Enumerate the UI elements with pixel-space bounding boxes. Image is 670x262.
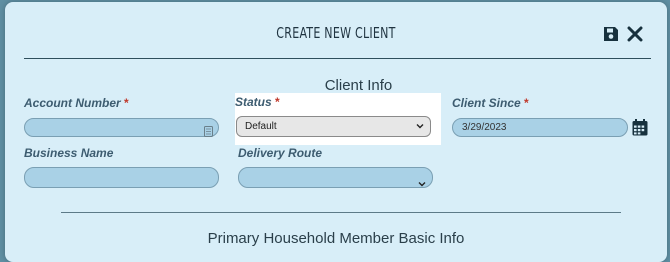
account-number-label-text: Account Number bbox=[24, 96, 121, 110]
status-select[interactable]: Default bbox=[236, 116, 431, 137]
close-icon[interactable] bbox=[627, 26, 643, 46]
status-selected-value: Default bbox=[245, 121, 277, 132]
section-title-client-info: Client Info bbox=[324, 77, 393, 94]
header-divider bbox=[24, 58, 651, 59]
account-number-field[interactable] bbox=[24, 118, 219, 137]
field-list-icon bbox=[204, 122, 213, 141]
business-name-label: Business Name bbox=[24, 146, 113, 160]
required-mark: * bbox=[124, 96, 129, 110]
client-since-label-text: Client Since bbox=[452, 96, 521, 110]
client-since-field[interactable]: 3/29/2023 bbox=[452, 118, 628, 137]
chevron-down-icon bbox=[418, 173, 426, 192]
section-title-primary-household: Primary Household Member Basic Info bbox=[207, 230, 465, 247]
account-number-label: Account Number * bbox=[24, 96, 129, 110]
delivery-route-select[interactable] bbox=[238, 167, 433, 188]
chevron-down-icon bbox=[416, 122, 424, 133]
required-mark: * bbox=[275, 95, 280, 109]
section-divider bbox=[61, 212, 621, 213]
modal-title: CREATE NEW CLIENT bbox=[276, 24, 396, 42]
save-icon[interactable] bbox=[603, 26, 619, 46]
business-name-label-text: Business Name bbox=[24, 146, 114, 160]
client-since-label: Client Since * bbox=[452, 96, 529, 110]
business-name-field[interactable] bbox=[24, 167, 219, 188]
calendar-icon[interactable] bbox=[632, 119, 648, 140]
delivery-route-label: Delivery Route bbox=[238, 146, 322, 160]
client-since-value: 3/29/2023 bbox=[462, 122, 507, 133]
create-client-modal: CREATE NEW CLIENT Client Info Account Nu… bbox=[5, 2, 667, 262]
required-mark: * bbox=[524, 96, 529, 110]
status-label: Status * bbox=[235, 95, 280, 109]
delivery-route-label-text: Delivery Route bbox=[238, 146, 323, 160]
status-label-text: Status bbox=[235, 95, 272, 109]
